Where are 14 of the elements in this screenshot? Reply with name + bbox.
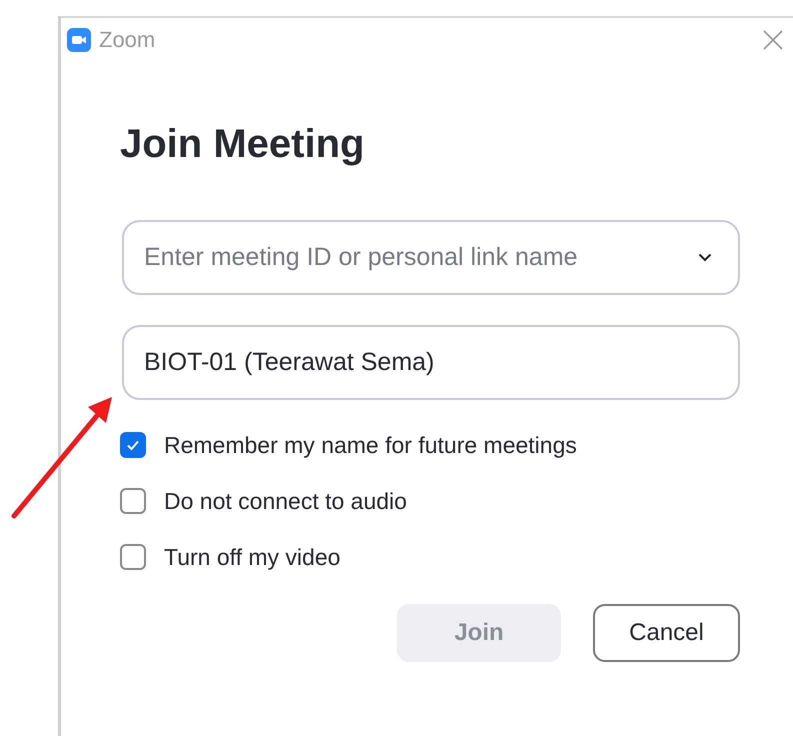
meeting-id-field[interactable]: Enter meeting ID or personal link name (122, 220, 740, 295)
dialog-heading: Join Meeting (120, 121, 366, 168)
checkbox[interactable] (120, 544, 146, 570)
cancel-button[interactable]: Cancel (593, 604, 740, 662)
checkbox[interactable] (120, 488, 146, 514)
checkbox-label[interactable]: Turn off my video (164, 544, 340, 570)
video-camera-icon (67, 28, 91, 52)
name-field[interactable]: BIOT-01 (Teerawat Sema) (122, 325, 740, 400)
window-title: Zoom (99, 27, 156, 53)
checkbox-label[interactable]: Do not connect to audio (164, 488, 407, 514)
close-icon[interactable] (763, 30, 783, 50)
checkbox[interactable] (120, 432, 146, 458)
caret-icon[interactable] (698, 253, 712, 262)
checkbox-label[interactable]: Remember my name for future meetings (164, 432, 577, 458)
